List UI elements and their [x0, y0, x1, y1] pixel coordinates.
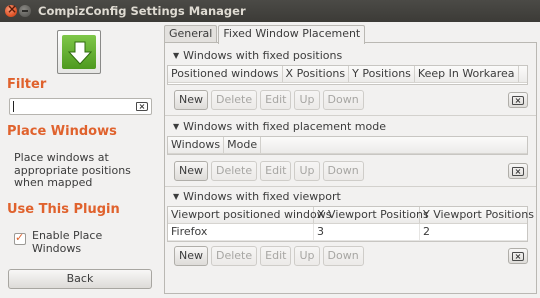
tab-fixed-window-placement[interactable]: Fixed Window Placement — [218, 25, 366, 44]
up-button[interactable]: Up — [294, 246, 320, 266]
group-fixed-positions: ▼ Windows with fixed positions — [169, 49, 533, 63]
column-header[interactable]: Keep In Workarea — [415, 66, 519, 82]
cell-x-viewport[interactable]: 3 — [314, 224, 420, 240]
clear-icon: × — [512, 252, 524, 261]
expander-arrow-icon[interactable]: ▼ — [173, 192, 179, 201]
reset-button[interactable]: × — [508, 248, 528, 264]
group-title: Windows with fixed viewport — [183, 190, 341, 203]
group-fixed-viewport: ▼ Windows with fixed viewport — [169, 190, 533, 204]
edit-button[interactable]: Edit — [260, 90, 292, 110]
up-button[interactable]: Up — [294, 161, 320, 181]
column-header[interactable]: X Positions — [283, 66, 350, 82]
tab-content: ▼ Windows with fixed positions Positioned… — [164, 42, 537, 294]
new-button[interactable]: New — [174, 161, 208, 181]
filter-input[interactable]: × — [9, 98, 152, 115]
new-button[interactable]: New — [174, 246, 208, 266]
tab-general[interactable]: General — [164, 25, 218, 43]
expander-arrow-icon[interactable]: ▼ — [173, 122, 179, 131]
clear-icon[interactable]: × — [136, 102, 148, 111]
filter-heading: Filter — [7, 77, 47, 92]
edit-button[interactable]: Edit — [260, 161, 292, 181]
filter-text-field[interactable] — [14, 99, 124, 114]
sidebar: Filter × Place Windows Place windows at … — [0, 22, 160, 298]
column-header[interactable]: Positioned windows — [168, 66, 283, 82]
back-button[interactable]: Back — [8, 269, 152, 289]
enable-checkbox[interactable] — [14, 231, 26, 245]
plugin-description: Place windows at appropriate positions w… — [14, 151, 131, 189]
cell-window[interactable]: Firefox — [168, 224, 314, 240]
title-bar: CompizConfig Settings Manager — [0, 0, 540, 22]
fixed-mode-table[interactable]: Windows Mode — [167, 136, 528, 155]
enable-label[interactable]: Enable Place Windows — [32, 229, 122, 255]
group-header[interactable]: ▼ Windows with fixed viewport — [173, 190, 533, 204]
minimize-icon[interactable] — [19, 5, 31, 17]
place-windows-heading: Place Windows — [7, 124, 117, 139]
group-header[interactable]: ▼ Windows with fixed placement mode — [173, 120, 533, 134]
delete-button[interactable]: Delete — [211, 161, 258, 181]
expander-arrow-icon[interactable]: ▼ — [173, 51, 179, 60]
column-header[interactable]: Y Positions — [349, 66, 415, 82]
delete-button[interactable]: Delete — [211, 246, 258, 266]
cell-y-viewport[interactable]: 2 — [420, 224, 433, 240]
column-header[interactable]: X Viewport Positions — [314, 207, 429, 223]
down-button[interactable]: Down — [322, 246, 364, 266]
column-header[interactable]: Windows — [168, 137, 225, 153]
reset-button[interactable]: × — [508, 92, 528, 108]
fixed-mode-buttons: New Delete Edit Up Down — [174, 161, 367, 181]
up-button[interactable]: Up — [294, 90, 320, 110]
new-button[interactable]: New — [174, 90, 208, 110]
fixed-viewport-table[interactable]: Viewport positioned windows X Viewport P… — [167, 206, 534, 242]
down-button[interactable]: Down — [322, 90, 364, 110]
column-header[interactable]: Mode — [224, 137, 262, 153]
enable-plugin-row[interactable]: Enable Place Windows — [14, 229, 122, 255]
window-title: CompizConfig Settings Manager — [38, 4, 246, 18]
fixed-positions-buttons: New Delete Edit Up Down — [174, 90, 367, 110]
tab-bar: General Fixed Window Placement — [164, 25, 366, 44]
clear-icon: × — [512, 96, 524, 105]
column-header[interactable]: Y Viewport Positions — [420, 207, 537, 223]
down-button[interactable]: Down — [322, 161, 364, 181]
fixed-viewport-buttons: New Delete Edit Up Down — [174, 246, 367, 266]
fixed-positions-table[interactable]: Positioned windows X Positions Y Positio… — [167, 65, 528, 85]
close-icon[interactable] — [5, 2, 17, 17]
group-title: Windows with fixed placement mode — [183, 120, 386, 133]
group-fixed-placement-mode: ▼ Windows with fixed placement mode — [169, 120, 533, 134]
edit-button[interactable]: Edit — [260, 246, 292, 266]
table-row[interactable]: Firefox 3 2 — [168, 224, 527, 241]
group-title: Windows with fixed positions — [183, 49, 343, 62]
reset-button[interactable]: × — [508, 163, 528, 179]
clear-icon: × — [512, 167, 524, 176]
delete-button[interactable]: Delete — [211, 90, 258, 110]
use-plugin-heading: Use This Plugin — [7, 202, 120, 217]
column-header[interactable]: Viewport positioned windows — [168, 207, 331, 223]
group-header[interactable]: ▼ Windows with fixed positions — [173, 49, 533, 63]
plugin-icon — [57, 30, 101, 74]
